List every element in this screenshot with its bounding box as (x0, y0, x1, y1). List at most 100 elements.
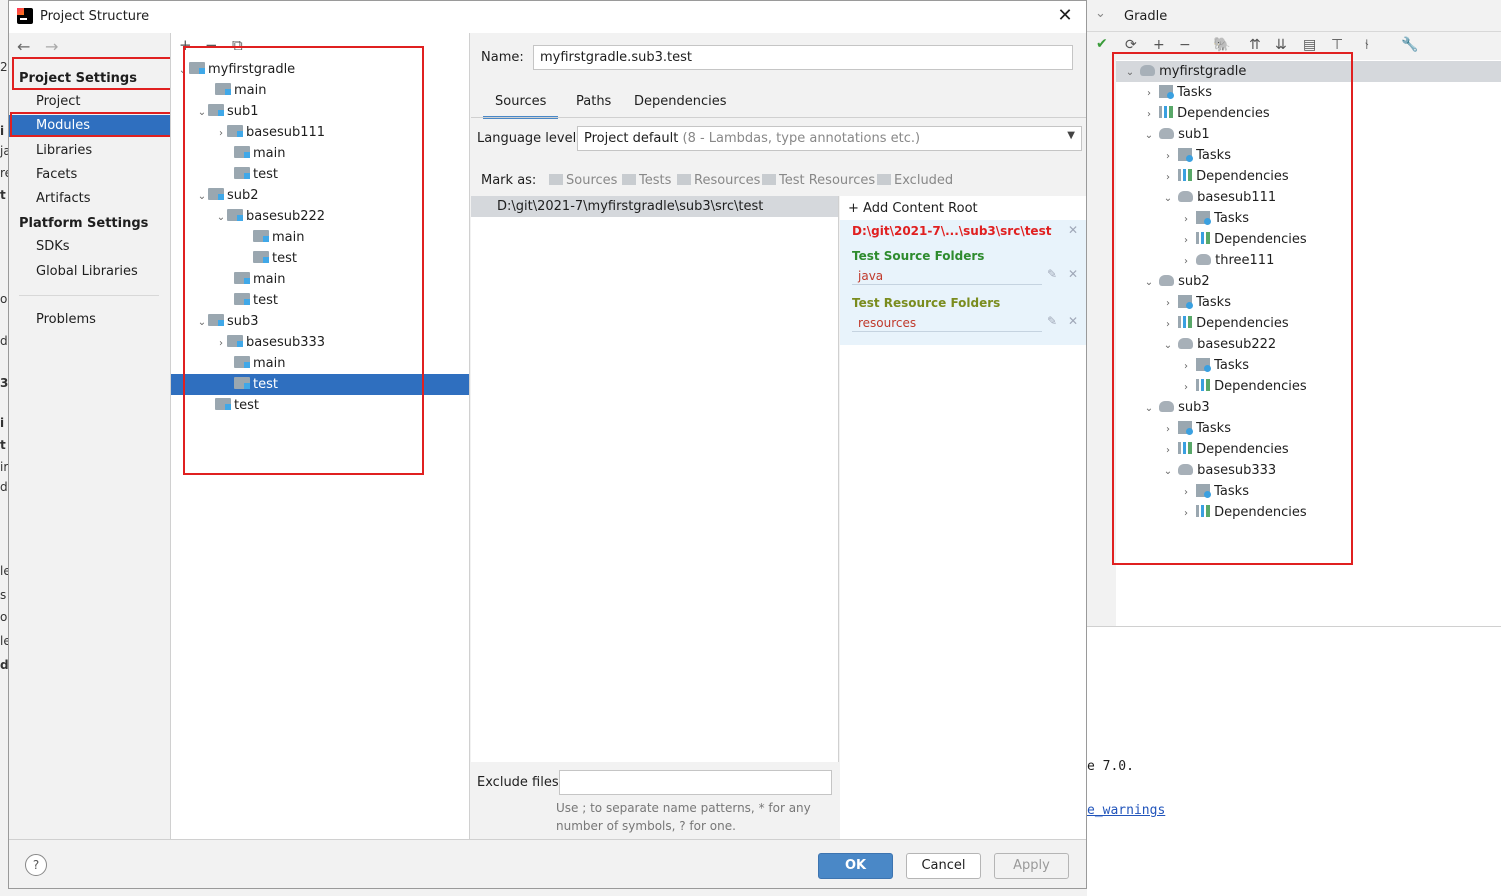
exclude-files-label: Exclude files: (477, 775, 564, 790)
project-structure-dialog: Project Structure ✕ ← → Project Settings… (8, 0, 1087, 889)
annotation-box-gradle-tree (1112, 52, 1353, 565)
module-settings-panel: Name: myfirstgradle.sub3.test Sources Pa… (471, 33, 1086, 839)
bg-fragment: i (0, 416, 5, 430)
nav-item-libraries[interactable]: Libraries (9, 140, 170, 162)
content-root-row[interactable]: D:\git\2021-7\myfirstgradle\sub3\src\tes… (471, 196, 838, 217)
back-arrow-icon[interactable]: ← (17, 37, 30, 56)
tab-dependencies[interactable]: Dependencies (622, 93, 739, 119)
sources-folder-icon (549, 174, 563, 185)
content-root-box: D:\git\2021-7\...\sub3\src\test ✕ Test S… (840, 220, 1086, 345)
content-root-path: D:\git\2021-7\...\sub3\src\test (852, 224, 1052, 238)
module-name-field[interactable]: myfirstgradle.sub3.test (533, 45, 1073, 70)
nav-item-problems[interactable]: Problems (9, 309, 170, 331)
nav-item-sdks[interactable]: SDKs (9, 236, 170, 258)
align-top-icon[interactable]: ⊤ (1331, 37, 1343, 53)
bg-fragment: t (0, 438, 6, 452)
edit-icon[interactable]: ✎ (1047, 314, 1057, 328)
mark-as-sources[interactable]: Sources (549, 173, 617, 188)
nav-item-artifacts[interactable]: Artifacts (9, 188, 170, 210)
folder-underline (852, 284, 1042, 285)
name-label: Name: (481, 50, 524, 65)
gradle-tool-window: ⌄ Gradle ✔ ⟳ + − 🐘 ⇈ ⇊ ▤ ⊤ ⫮ 🔧 ⌄ myfirst… (1087, 0, 1501, 896)
tab-divider (471, 117, 1086, 118)
mark-as-resources[interactable]: Resources (677, 173, 760, 188)
bg-fragment: o (0, 292, 8, 306)
collapse-handle-icon[interactable]: ⌄ (1095, 6, 1106, 21)
toggle-offline-icon[interactable]: ⫮ (1365, 37, 1369, 53)
nav-item-facets[interactable]: Facets (9, 164, 170, 186)
annotation-box-modules (10, 112, 183, 137)
apply-button[interactable]: Apply (994, 853, 1069, 879)
remove-root-icon[interactable]: ✕ (1068, 223, 1078, 237)
remove-folder-icon[interactable]: ✕ (1068, 267, 1078, 281)
dialog-footer: ? OK Cancel Apply (9, 839, 1086, 888)
edit-icon[interactable]: ✎ (1047, 267, 1057, 281)
folder-icon[interactable]: ▤ (1303, 37, 1316, 53)
expand-all-icon[interactable]: ⇈ (1249, 37, 1261, 53)
test-resource-folders-title: Test Resource Folders (852, 296, 1001, 310)
language-level-label: Language level: (477, 131, 581, 146)
bg-fragment: i (0, 124, 5, 138)
test-resource-folder: resources (858, 316, 917, 330)
add-content-root-label: Add Content Root (863, 201, 978, 216)
excluded-folder-icon (877, 174, 891, 185)
add-icon[interactable]: + (1153, 37, 1165, 53)
gradle-project-tree: ⌄ myfirstgradle › Tasks › Dependencies ⌄… (1112, 52, 1501, 626)
gradle-title: Gradle (1124, 9, 1168, 24)
mark-as-label-text: Resources (694, 173, 761, 188)
forward-arrow-icon[interactable]: → (45, 37, 58, 56)
gradle-elephant-icon[interactable]: 🐘 (1213, 37, 1230, 53)
test-source-folder: java (858, 269, 884, 283)
mark-as-excluded[interactable]: Excluded (877, 173, 953, 188)
remove-folder-icon[interactable]: ✕ (1068, 314, 1078, 328)
console-link[interactable]: e_warnings (1087, 803, 1165, 818)
settings-nav: ← → Project Settings Project Modules Lib… (9, 33, 183, 839)
folder-underline (852, 331, 1042, 332)
wrench-icon[interactable]: 🔧 (1401, 37, 1418, 53)
nav-item-project[interactable]: Project (9, 91, 170, 113)
intellij-logo-icon (17, 8, 33, 24)
mark-as-label-text: Excluded (894, 173, 954, 188)
language-level-hint: (8 - Lambdas, type annotations etc.) (682, 131, 921, 146)
tests-folder-icon (622, 174, 636, 185)
collapse-all-icon[interactable]: ⇊ (1275, 37, 1287, 53)
add-content-root-button[interactable]: + Add Content Root (848, 201, 978, 216)
test-resources-folder-icon (762, 174, 776, 185)
exclude-files-field[interactable] (559, 770, 832, 795)
cancel-button[interactable]: Cancel (906, 853, 981, 879)
nav-item-global-libraries[interactable]: Global Libraries (9, 261, 170, 283)
dialog-title: Project Structure (40, 9, 150, 24)
annotation-box-project-settings (12, 57, 172, 90)
dialog-titlebar: Project Structure ✕ (9, 1, 1086, 33)
mark-as-label-text: Tests (639, 173, 672, 188)
console-text: e 7.0. (1087, 759, 1134, 774)
tab-paths[interactable]: Paths (564, 93, 623, 119)
remove-icon[interactable]: − (1179, 37, 1191, 53)
plus-icon: + (848, 201, 864, 216)
help-button[interactable]: ? (25, 854, 47, 876)
resources-folder-icon (677, 174, 691, 185)
bg-fragment: s (0, 588, 7, 602)
check-icon: ✔ (1096, 36, 1108, 52)
annotation-box-module-tree (183, 46, 424, 475)
nav-separator (19, 295, 159, 296)
bg-fragment: 2 (0, 60, 8, 74)
mark-as-label-text: Test Resources (779, 173, 876, 188)
exclude-files-hint: Use ; to separate name patterns, * for a… (556, 801, 811, 833)
bg-fragment: o (0, 610, 8, 624)
mark-as-test-resources[interactable]: Test Resources (762, 173, 875, 188)
mark-as-tests[interactable]: Tests (622, 173, 671, 188)
build-console: e 7.0. e_warnings (1087, 626, 1501, 896)
close-icon[interactable]: ✕ (1053, 5, 1077, 29)
mark-as-label: Mark as: (481, 173, 537, 188)
language-level-select[interactable]: Project default (8 - Lambdas, type annot… (577, 126, 1082, 151)
dropdown-arrow-icon: ▼ (1067, 130, 1075, 141)
ok-button[interactable]: OK (818, 853, 893, 879)
refresh-icon[interactable]: ⟳ (1125, 37, 1137, 53)
language-level-value: Project default (584, 131, 679, 146)
bg-fragment: t (0, 188, 6, 202)
platform-settings-title: Platform Settings (19, 216, 149, 231)
mark-as-label-text: Sources (566, 173, 618, 188)
tab-sources[interactable]: Sources (483, 93, 559, 119)
test-source-folders-title: Test Source Folders (852, 249, 985, 263)
